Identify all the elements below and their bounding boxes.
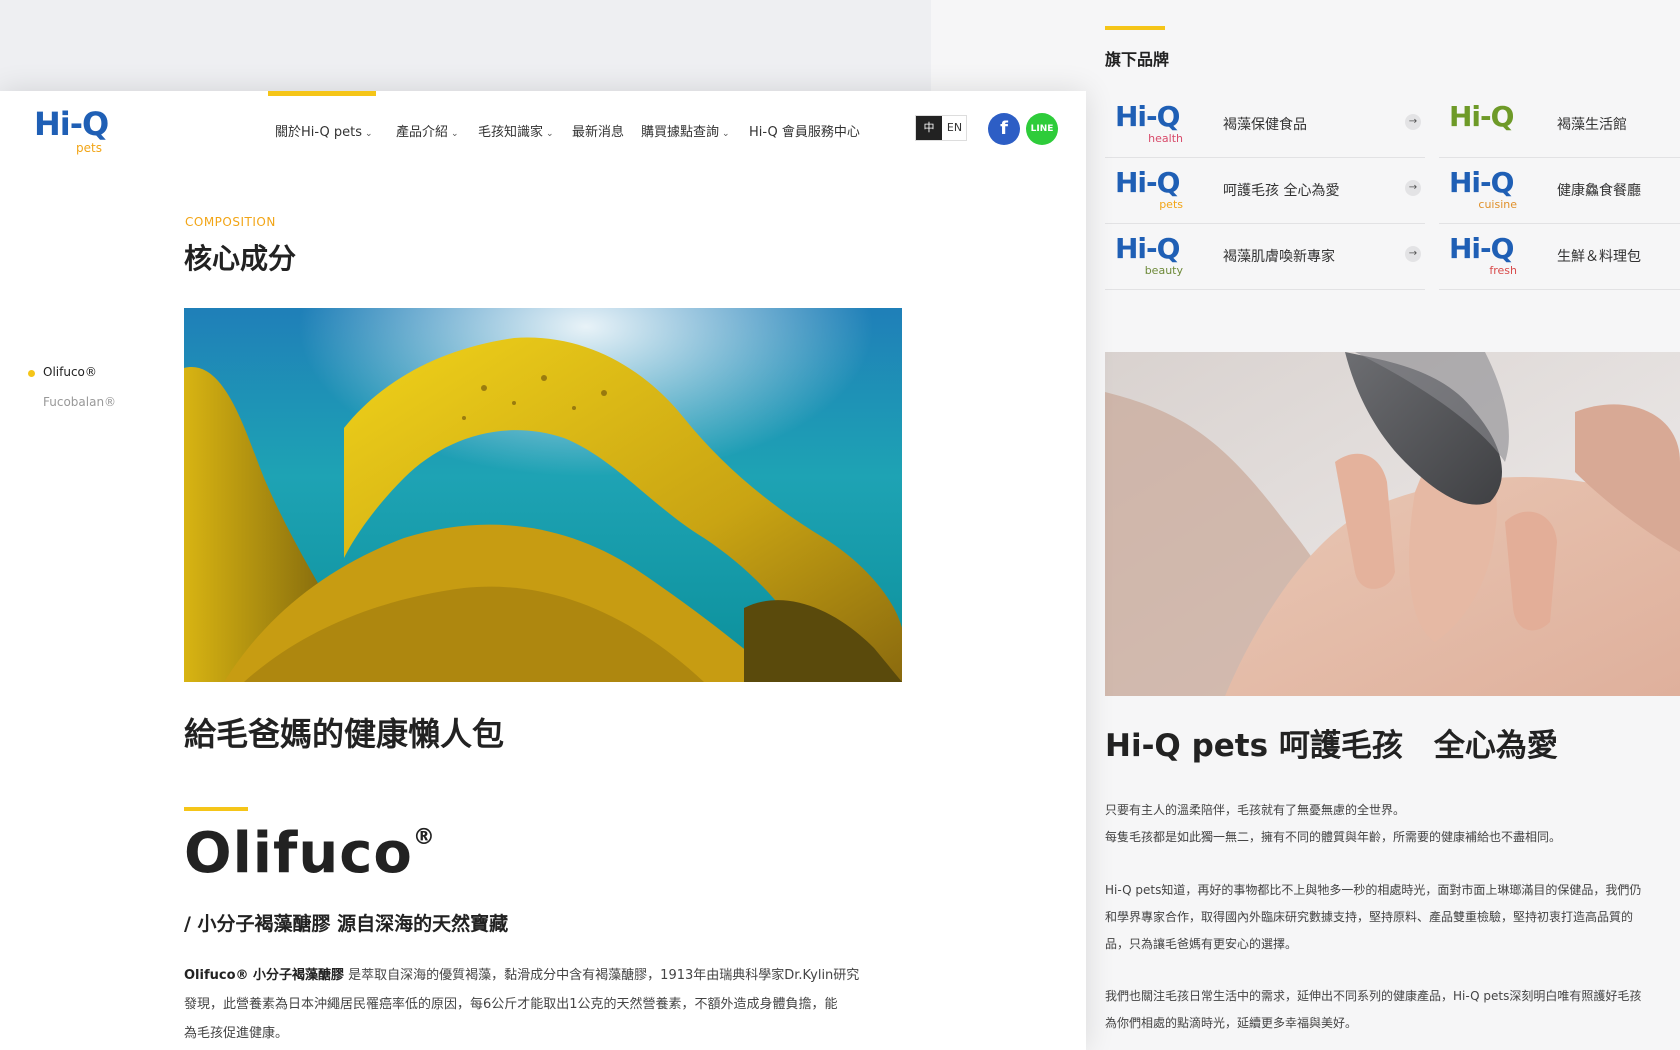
nav-label: 毛孩知識家 [478, 125, 544, 140]
brand-logo-text: Hi-Q [1115, 100, 1180, 133]
brand-logo-sub: health [1148, 132, 1183, 145]
product-name: Olifuco® [184, 821, 436, 886]
sidenav-item-olifuco[interactable]: Olifuco® [43, 365, 97, 379]
cat-paw-illustration [1105, 352, 1680, 696]
pets-paragraph-3: 我們也關注毛孩日常生活中的需求，延伸出不同系列的健康產品，Hi-Q pets深刻… [1105, 983, 1680, 1037]
brand-logo-sub: fresh [1489, 264, 1517, 277]
brand-logo-text: Hi-Q [1449, 100, 1514, 133]
arrow-right-icon[interactable]: → [1405, 180, 1421, 196]
description-strong: Olifuco® 小分子褐藻醣膠 [184, 968, 345, 983]
hiq-life-logo: Hi-Q [1449, 100, 1519, 148]
nav-label: 產品介紹 [396, 125, 449, 140]
brand-logo-text: Hi-Q [1449, 232, 1514, 265]
paragraph-line: 只要有主人的溫柔陪伴，毛孩就有了無憂無慮的全世界。 [1105, 803, 1406, 817]
brand-logo-text: Hi-Q [1115, 166, 1180, 199]
nav-item-member[interactable]: Hi-Q 會員服務中心 [749, 121, 860, 140]
chevron-down-icon: ⌄ [722, 129, 730, 139]
description-line: 為毛孩促進健康。 [184, 1026, 289, 1041]
brand-name: 褐藻保健食品 [1223, 117, 1307, 133]
lang-zh-button[interactable]: 中 [916, 116, 942, 140]
arrow-right-icon[interactable]: → [1405, 114, 1421, 130]
description-text: 是萃取自深海的優質褐藻，黏滑成分中含有褐藻醣膠，1913年由瑞典科學家Dr.Ky… [344, 968, 860, 983]
brand-card-life[interactable]: Hi-Q 褐藻生活館 [1439, 92, 1680, 158]
hiq-pets-logo: Hi-Q pets [1115, 166, 1185, 214]
brand-name: 褐藻肌膚喚新專家 [1223, 249, 1335, 265]
brand-section-title: 旗下品牌 [1105, 50, 1170, 69]
chevron-down-icon: ⌄ [546, 129, 554, 139]
nav-label: 關於Hi-Q pets [275, 125, 363, 140]
accent-bar [184, 807, 248, 811]
brand-card-health[interactable]: Hi-Q health 褐藻保健食品 → [1105, 92, 1425, 158]
paragraph-line: 和學界專家合作，取得國內外臨床研究數據支持，堅持原料、產品雙重檢驗，堅持初衷打造… [1105, 910, 1634, 924]
description-line: Olifuco® 小分子褐藻醣膠 是萃取自深海的優質褐藻，黏滑成分中含有褐藻醣膠… [184, 961, 904, 990]
sidenav-item-fucobalan[interactable]: Fucobalan® [43, 395, 116, 409]
kelp-photo [184, 308, 902, 682]
product-description: Olifuco® 小分子褐藻醣膠 是萃取自深海的優質褐藻，黏滑成分中含有褐藻醣膠… [184, 961, 904, 1048]
section-eyebrow: COMPOSITION [185, 215, 276, 229]
composition-page: Hi-Q pets 關於Hi-Q pets ⌄ 產品介紹 ⌄ 毛孩知識家 ⌄ 最新消息… [0, 91, 1086, 1050]
nav-item-news[interactable]: 最新消息 [572, 121, 624, 140]
brand-logo-text: Hi-Q [1115, 232, 1180, 265]
brand-card-fresh[interactable]: Hi-Q fresh 生鮮＆料理包 [1439, 224, 1680, 290]
hiq-pets-logo[interactable]: Hi-Q pets [34, 105, 114, 155]
brand-logo-sub: pets [1159, 198, 1183, 211]
paragraph-line: 品，只為讓毛爸媽有更安心的選擇。 [1105, 937, 1298, 951]
nav-item-about[interactable]: 關於Hi-Q pets ⌄ [275, 121, 373, 140]
hiq-health-logo: Hi-Q health [1115, 100, 1185, 148]
section-title: 核心成分 [184, 242, 297, 275]
brand-card-cuisine[interactable]: Hi-Q cuisine 健康鱻食餐廳 [1439, 158, 1680, 224]
nav-item-stores[interactable]: 購買據點查詢 ⌄ [641, 121, 730, 140]
paragraph-line: 我們也關注毛孩日常生活中的需求，延伸出不同系列的健康產品，Hi-Q pets深刻… [1105, 989, 1642, 1003]
lang-en-button[interactable]: EN [942, 116, 967, 140]
kelp-illustration [184, 308, 902, 682]
nav-label: 購買據點查詢 [641, 125, 720, 140]
chevron-down-icon: ⌄ [365, 129, 373, 139]
lazy-pack-title: 給毛爸媽的健康懶人包 [184, 715, 505, 753]
nav-active-indicator [268, 91, 376, 96]
brand-card-pets[interactable]: Hi-Q pets 呵護毛孩 全心為愛 → [1105, 158, 1425, 224]
nav-item-knowledge[interactable]: 毛孩知識家 ⌄ [478, 121, 554, 140]
paragraph-line: 為你們相處的點滴時光，延續更多幸福與美好。 [1105, 1016, 1358, 1030]
cat-paw-photo [1105, 352, 1680, 696]
brand-logo-sub: beauty [1144, 264, 1183, 277]
paragraph-line: 每隻毛孩都是如此獨一無二，擁有不同的體質與年齡，所需要的健康補給也不盡相同。 [1105, 830, 1562, 844]
hiq-cuisine-logo: Hi-Q cuisine [1449, 166, 1519, 214]
registered-mark: ® [412, 825, 436, 851]
brand-accent-bar [1105, 26, 1165, 30]
logo-text: Hi-Q [34, 105, 109, 143]
arrow-right-icon[interactable]: → [1405, 246, 1421, 262]
pets-heading: Hi-Q pets 呵護毛孩 全心為愛 [1105, 728, 1558, 764]
hiq-beauty-logo: Hi-Q beauty [1115, 232, 1185, 280]
brand-name: 生鮮＆料理包 [1557, 249, 1641, 265]
brand-card-beauty[interactable]: Hi-Q beauty 褐藻肌膚喚新專家 → [1105, 224, 1425, 290]
nav-label: Hi-Q 會員服務中心 [749, 125, 860, 140]
language-switch: 中 EN [915, 115, 967, 141]
pets-paragraph-1: 只要有主人的溫柔陪伴，毛孩就有了無憂無慮的全世界。 每隻毛孩都是如此獨一無二，擁… [1105, 797, 1680, 851]
active-dot-icon [28, 370, 35, 377]
facebook-icon[interactable]: f [988, 113, 1020, 145]
logo-sub: pets [76, 141, 102, 155]
brand-name: 褐藻生活館 [1557, 117, 1627, 133]
description-line: 發現，此營養素為日本沖繩居民罹癌率低的原因，每6公斤才能取出1公克的天然營養素，… [184, 997, 838, 1012]
chevron-down-icon: ⌄ [451, 129, 459, 139]
product-subheading: / 小分子褐藻醣膠 源自深海的天然寶藏 [184, 913, 509, 935]
paragraph-line: Hi-Q pets知道，再好的事物都比不上與牠多一秒的相處時光，面對市面上琳瑯滿… [1105, 883, 1642, 897]
hiq-fresh-logo: Hi-Q fresh [1449, 232, 1519, 280]
brand-logo-text: Hi-Q [1449, 166, 1514, 199]
line-icon[interactable]: LINE [1026, 113, 1058, 145]
product-name-text: Olifuco [184, 821, 413, 886]
brand-name: 健康鱻食餐廳 [1557, 183, 1641, 199]
brand-name: 呵護毛孩 全心為愛 [1223, 183, 1340, 199]
nav-item-products[interactable]: 產品介紹 ⌄ [396, 121, 459, 140]
pets-paragraph-2: Hi-Q pets知道，再好的事物都比不上與牠多一秒的相處時光，面對市面上琳瑯滿… [1105, 877, 1680, 958]
brand-logo-sub: cuisine [1478, 198, 1517, 211]
nav-label: 最新消息 [572, 125, 625, 140]
